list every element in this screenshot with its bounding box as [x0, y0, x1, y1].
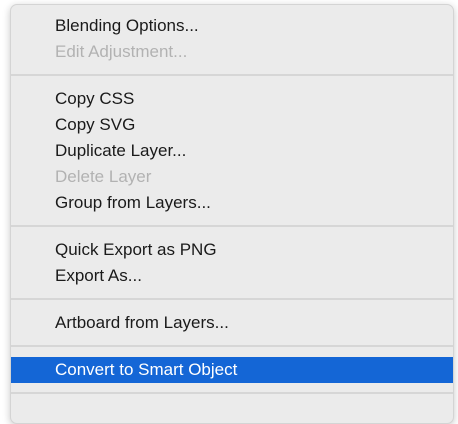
menu-separator	[11, 298, 453, 300]
menu-item-delete-layer: Delete Layer	[55, 167, 152, 186]
menu-separator	[11, 392, 453, 394]
menu-item-edit-adjustment: Edit Adjustment...	[55, 42, 188, 61]
menu-item-artboard-from-layers[interactable]: Artboard from Layers...	[11, 310, 453, 336]
menu-item-export-as[interactable]: Export As...	[11, 263, 453, 289]
context-menu: Blending Options... Edit Adjustment... C…	[10, 4, 454, 424]
menu-item-copy-css[interactable]: Copy CSS	[11, 86, 453, 112]
menu-item-quick-export-png[interactable]: Quick Export as PNG	[11, 237, 453, 263]
menu-separator	[11, 225, 453, 227]
menu-item-blending-options[interactable]: Blending Options...	[11, 13, 453, 39]
menu-item-duplicate-layer[interactable]: Duplicate Layer...	[11, 138, 453, 164]
menu-separator	[11, 74, 453, 76]
menu-separator	[11, 345, 453, 347]
menu-item-copy-svg[interactable]: Copy SVG	[11, 112, 453, 138]
menu-item-convert-to-smart-object[interactable]: Convert to Smart Object	[11, 357, 453, 383]
menu-item-group-from-layers[interactable]: Group from Layers...	[11, 190, 453, 216]
